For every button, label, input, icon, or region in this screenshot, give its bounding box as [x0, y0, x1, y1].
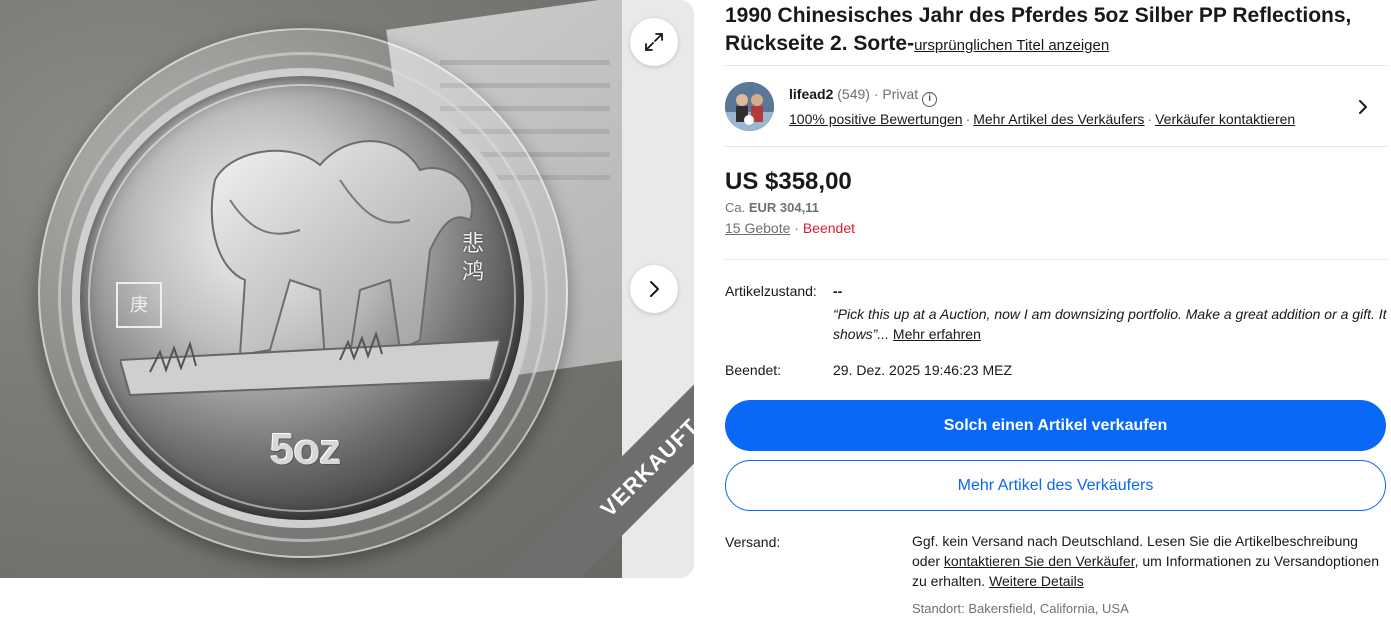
condition-label: Artikelzustand: — [725, 283, 817, 299]
condition-value: -- — [833, 283, 843, 299]
seller-avatar[interactable] — [725, 82, 774, 131]
listing-details-panel: 1990 Chinesisches Jahr des Pferdes 5oz S… — [725, 0, 1387, 616]
coin-weight-text: 5oz — [270, 425, 341, 474]
info-icon[interactable]: i — [922, 92, 938, 107]
shipping-info: Ggf. kein Versand nach Deutschland. Lese… — [912, 533, 1379, 589]
horses-relief-image — [120, 140, 500, 397]
next-image-button[interactable] — [630, 265, 678, 313]
positive-feedback-link[interactable]: 100% positive Bewertungen — [789, 111, 963, 127]
bids-status: 15 Gebote · Beendet — [725, 220, 856, 236]
item-location: Standort: Bakersfield, California, USA — [912, 601, 1129, 616]
seller-name-row: lifead2 (549) · Privat i — [789, 86, 938, 107]
chevron-right-icon — [650, 281, 659, 297]
more-seller-items-link[interactable]: Mehr Artikel des Verkäufers — [973, 111, 1144, 127]
ended-label: Beendet: — [725, 362, 782, 378]
learn-more-link[interactable]: Mehr erfahren — [893, 326, 981, 342]
seller-feedback-count: (549) — [837, 86, 870, 102]
seller-note: “Pick this up at a Auction, now I am dow… — [833, 306, 1387, 342]
bids-link[interactable]: 15 Gebote — [725, 220, 790, 236]
seller-card[interactable]: lifead2 (549) · Privat i 100% positive B… — [725, 65, 1387, 147]
divider — [725, 259, 1387, 260]
converted-price: EUR 304,11 — [748, 200, 819, 215]
artist-signature: 悲鸿 — [462, 231, 485, 284]
price-conversion: Ca. EUR 304,11 — [725, 200, 819, 215]
expand-arrows-icon — [645, 33, 663, 51]
listing-title: 1990 Chinesisches Jahr des Pferdes 5oz S… — [725, 2, 1387, 60]
listing-photo[interactable]: 悲鸿 庚 5oz — [0, 0, 622, 578]
ended-date: 29. Dez. 2025 19:46:23 MEZ — [833, 362, 1012, 378]
shipping-details-link[interactable]: Weitere Details — [989, 573, 1084, 589]
chevron-right-icon[interactable] — [1353, 96, 1373, 118]
seller-links: 100% positive Bewertungen · Mehr Artikel d… — [789, 111, 1296, 127]
contact-seller-link[interactable]: Verkäufer kontaktieren — [1155, 111, 1295, 127]
price-amount: US $358,00 — [725, 168, 852, 195]
show-original-title-link[interactable]: ursprünglichen Titel anzeigen — [914, 37, 1109, 54]
contact-seller-shipping-link[interactable]: kontaktieren Sie den Verkäufer — [944, 553, 1135, 569]
seller-account-type: Privat — [882, 86, 919, 102]
expand-image-button[interactable] — [630, 18, 678, 66]
more-from-seller-button[interactable]: Mehr Artikel des Verkäufers — [725, 460, 1386, 511]
seller-photo-icon — [725, 82, 774, 131]
sell-similar-button[interactable]: Solch einen Artikel verkaufen — [725, 400, 1386, 451]
seller-username[interactable]: lifead2 — [789, 86, 833, 102]
image-gallery: 悲鸿 庚 5oz VERKAUFT — [0, 0, 694, 578]
ended-status: Beendet — [802, 220, 856, 236]
year-seal: 庚 — [116, 282, 162, 328]
shipping-label: Versand: — [725, 534, 781, 550]
